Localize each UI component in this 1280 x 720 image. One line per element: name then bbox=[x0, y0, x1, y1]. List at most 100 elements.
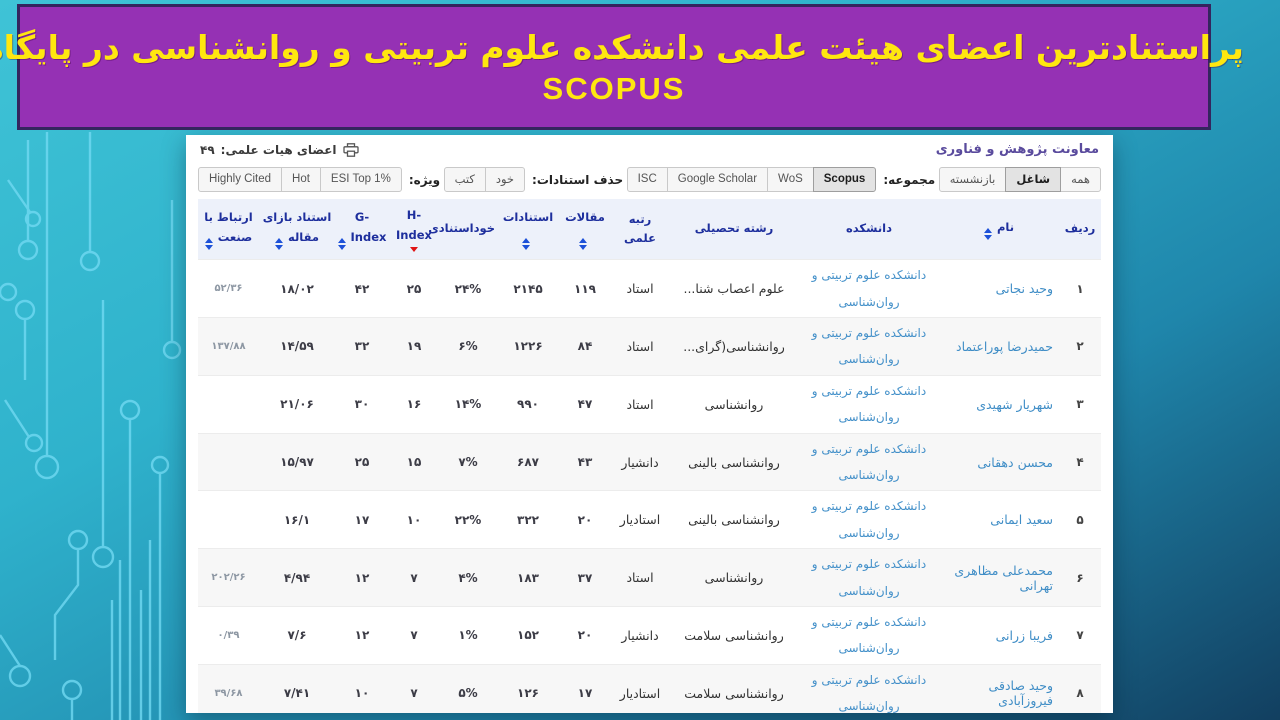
cell-academic-rank: دانشیار bbox=[611, 432, 669, 491]
cell-papers: ۱۷ bbox=[559, 663, 611, 713]
faculty-member-link[interactable]: محمدعلی مظاهری تهرانی bbox=[954, 563, 1053, 593]
table-row: ۱ وحید نجاتی دانشکده علوم تربیتی و روان‌… bbox=[198, 259, 1101, 318]
exclude-books-button[interactable]: کتب bbox=[443, 167, 486, 193]
faculty-member-link[interactable]: سعید ایمانی bbox=[990, 512, 1053, 527]
cell-citations-per-paper: ۷/۶ bbox=[259, 606, 335, 665]
special-filter-group: ویژه: ESI Top 1% Hot Highly Cited bbox=[198, 167, 441, 193]
collection-scopus-button[interactable]: Scopus bbox=[812, 167, 877, 193]
cell-name: وحید نجاتی bbox=[939, 259, 1059, 318]
cell-industry-relation: ۰/۳۹ bbox=[198, 606, 259, 665]
cell-g-index: ۱۲ bbox=[335, 548, 389, 607]
col-industry-relation[interactable]: ارتباط با صنعت bbox=[198, 199, 259, 260]
cell-industry-relation bbox=[198, 432, 259, 491]
faculty-link[interactable]: دانشکده علوم تربیتی و روان‌شناسی bbox=[801, 378, 937, 431]
table-body: ۱ وحید نجاتی دانشکده علوم تربیتی و روان‌… bbox=[198, 259, 1101, 713]
faculty-link[interactable]: دانشکده علوم تربیتی و روان‌شناسی bbox=[801, 262, 937, 315]
cell-faculty: دانشکده علوم تربیتی و روان‌شناسی bbox=[799, 432, 939, 491]
filter-all-button[interactable]: همه bbox=[1060, 167, 1101, 193]
faculty-member-link[interactable]: وحید صادقی فیروزآبادی bbox=[989, 678, 1053, 708]
col-h-index[interactable]: H-Index bbox=[389, 199, 439, 260]
cell-h-index: ۷ bbox=[389, 663, 439, 713]
col-papers[interactable]: مقالات bbox=[559, 199, 611, 260]
collection-label: مجموعه: bbox=[883, 172, 936, 187]
cell-citations-per-paper: ۲۱/۰۶ bbox=[259, 374, 335, 434]
col-g-index[interactable]: G-Index bbox=[335, 199, 389, 260]
cell-rank-number: ۷ bbox=[1059, 606, 1101, 665]
cell-papers: ۴۷ bbox=[559, 374, 611, 434]
cell-h-index: ۱۰ bbox=[389, 490, 439, 549]
cell-name: فریبا زرانی bbox=[939, 606, 1059, 665]
cell-papers: ۱۱۹ bbox=[559, 259, 611, 318]
cell-self-citation: ۱۴% bbox=[439, 374, 497, 434]
cell-industry-relation: ۵۲/۳۶ bbox=[198, 259, 259, 318]
faculty-link[interactable]: دانشکده علوم تربیتی و روان‌شناسی bbox=[801, 667, 937, 713]
col-citations-per-paper[interactable]: استناد بازای مقاله bbox=[259, 199, 335, 260]
cell-citations: ۱۲۶ bbox=[497, 663, 559, 713]
cell-self-citation: ۲۲% bbox=[439, 490, 497, 549]
faculty-member-link[interactable]: وحید نجاتی bbox=[996, 281, 1053, 296]
esi-top1-button[interactable]: ESI Top 1% bbox=[319, 167, 402, 193]
filter-employed-button[interactable]: شاغل bbox=[1005, 167, 1062, 193]
faculty-table: ردیف نام دانشکده رشته تحصیلی رتبه علمی م… bbox=[198, 199, 1101, 713]
cell-field: روانشناسی بالینی bbox=[669, 432, 799, 491]
cell-citations-per-paper: ۷/۴۱ bbox=[259, 663, 335, 713]
cell-g-index: ۲۵ bbox=[335, 432, 389, 491]
cell-h-index: ۷ bbox=[389, 548, 439, 607]
special-label: ویژه: bbox=[408, 172, 441, 187]
faculty-link[interactable]: دانشکده علوم تربیتی و روان‌شناسی bbox=[801, 551, 937, 604]
collection-isc-button[interactable]: ISC bbox=[626, 167, 668, 193]
cell-papers: ۸۴ bbox=[559, 317, 611, 376]
faculty-member-link[interactable]: شهریار شهیدی bbox=[976, 397, 1053, 412]
faculty-link[interactable]: دانشکده علوم تربیتی و روان‌شناسی bbox=[801, 320, 937, 373]
cell-citations: ۳۲۲ bbox=[497, 490, 559, 549]
faculty-member-link[interactable]: محسن دهقانی bbox=[977, 455, 1053, 470]
cell-citations: ۱۵۲ bbox=[497, 606, 559, 665]
col-self-citation: خوداستنادی bbox=[428, 199, 497, 260]
highly-cited-button[interactable]: Highly Cited bbox=[198, 167, 283, 193]
exclude-self-button[interactable]: خود bbox=[484, 167, 526, 193]
cell-rank-number: ۵ bbox=[1059, 490, 1101, 549]
exclusion-label: حذف استنادات: bbox=[532, 172, 624, 187]
filter-retired-button[interactable]: بازنشسته bbox=[938, 167, 1007, 193]
faculty-link[interactable]: دانشکده علوم تربیتی و روان‌شناسی bbox=[801, 493, 937, 546]
cell-citations-per-paper: ۱۸/۰۲ bbox=[259, 259, 335, 318]
panel-header-row: معاونت پژوهش و فناوری اعضای هیات علمی: ۴… bbox=[186, 135, 1113, 158]
table-header-row: ردیف نام دانشکده رشته تحصیلی رتبه علمی م… bbox=[198, 199, 1101, 260]
faculty-link[interactable]: دانشکده علوم تربیتی و روان‌شناسی bbox=[801, 609, 937, 662]
faculty-member-link[interactable]: حمیدرضا پوراعتماد bbox=[956, 339, 1053, 354]
cell-papers: ۴۳ bbox=[559, 432, 611, 491]
faculty-link[interactable]: دانشکده علوم تربیتی و روان‌شناسی bbox=[801, 436, 937, 489]
page-subtitle-scopus: SCOPUS bbox=[542, 70, 686, 106]
cell-self-citation: ۶% bbox=[439, 317, 497, 376]
col-name[interactable]: نام bbox=[939, 199, 1059, 260]
faculty-member-link[interactable]: فریبا زرانی bbox=[996, 628, 1053, 643]
cell-faculty: دانشکده علوم تربیتی و روان‌شناسی bbox=[799, 259, 939, 318]
cell-self-citation: ۷% bbox=[439, 432, 497, 491]
cell-g-index: ۱۲ bbox=[335, 606, 389, 665]
cell-industry-relation bbox=[198, 374, 259, 434]
col-academic-rank: رتبه علمی bbox=[611, 199, 669, 260]
page-title: پراستنادترین اعضای هیئت علمی دانشکده علو… bbox=[0, 27, 1244, 67]
cell-field: روانشناسی(گرای... bbox=[669, 317, 799, 376]
cell-g-index: ۱۷ bbox=[335, 490, 389, 549]
cell-name: محمدعلی مظاهری تهرانی bbox=[939, 548, 1059, 607]
printer-icon[interactable] bbox=[342, 142, 359, 157]
cell-faculty: دانشکده علوم تربیتی و روان‌شناسی bbox=[799, 374, 939, 434]
table-row: ۶ محمدعلی مظاهری تهرانی دانشکده علوم ترب… bbox=[198, 548, 1101, 607]
sort-descending-icon bbox=[391, 247, 437, 253]
cell-papers: ۲۰ bbox=[559, 606, 611, 665]
hot-button[interactable]: Hot bbox=[281, 167, 321, 193]
col-citations[interactable]: استنادات bbox=[497, 199, 559, 260]
cell-field: روانشناسی bbox=[669, 548, 799, 607]
cell-h-index: ۱۹ bbox=[389, 317, 439, 376]
cell-citations-per-paper: ۴/۹۴ bbox=[259, 548, 335, 607]
collection-google-scholar-button[interactable]: Google Scholar bbox=[666, 167, 769, 193]
collection-wos-button[interactable]: WoS bbox=[767, 167, 814, 193]
cell-citations: ۱۸۳ bbox=[497, 548, 559, 607]
cell-industry-relation: ۱۳۷/۸۸ bbox=[198, 317, 259, 376]
cell-self-citation: ۴% bbox=[439, 548, 497, 607]
cell-field: روانشناسی سلامت bbox=[669, 606, 799, 665]
cell-g-index: ۱۰ bbox=[335, 663, 389, 713]
cell-h-index: ۱۵ bbox=[389, 432, 439, 491]
cell-citations-per-paper: ۱۴/۵۹ bbox=[259, 317, 335, 376]
